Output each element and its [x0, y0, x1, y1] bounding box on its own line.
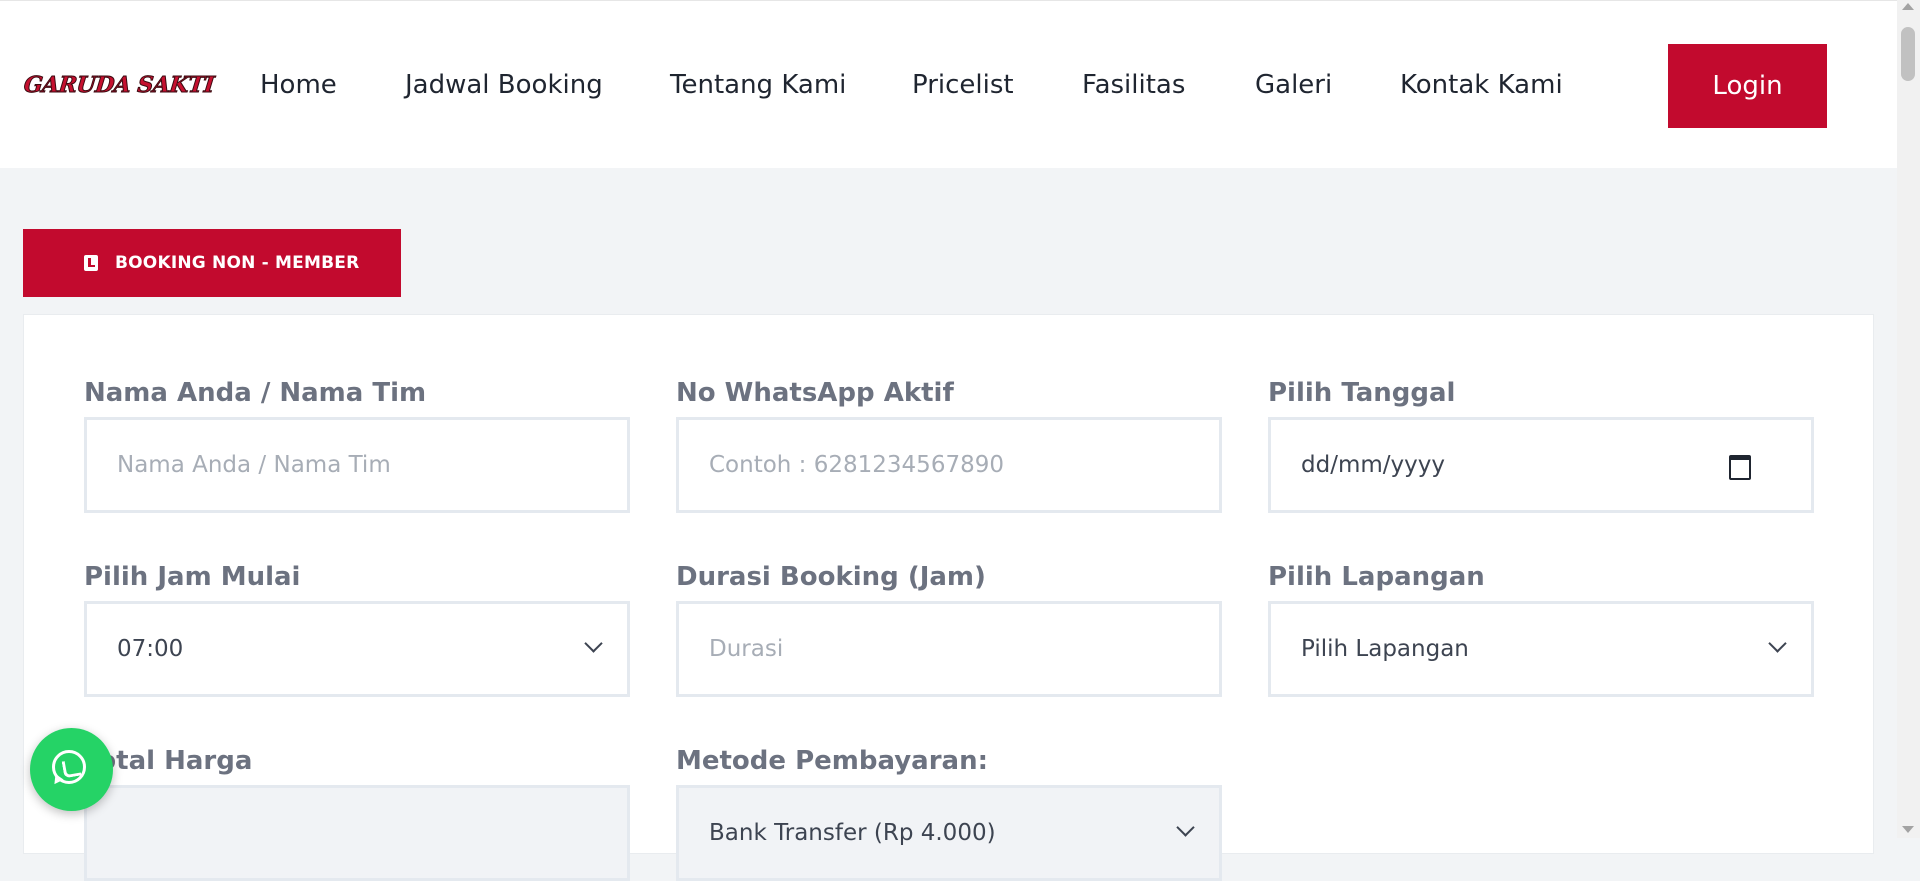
tab-booking-non-member[interactable]: BOOKING NON - MEMBER [23, 229, 401, 297]
jam-mulai-value: 07:00 [117, 636, 184, 662]
scroll-down-arrow-icon[interactable] [1902, 826, 1914, 833]
login-button[interactable]: Login [1668, 44, 1827, 128]
brand-logo[interactable]: GARUDA SAKTI [22, 69, 216, 101]
booking-form-card: Nama Anda / Nama Tim No WhatsApp Aktif P… [23, 314, 1874, 881]
tanggal-label: Pilih Tanggal [1268, 378, 1456, 408]
metode-label: Metode Pembayaran: [676, 746, 988, 776]
chevron-down-icon [1176, 818, 1195, 837]
total-harga-field [84, 785, 630, 881]
metode-value: Bank Transfer (Rp 4.000) [709, 820, 996, 846]
whatsapp-input[interactable] [676, 417, 1222, 513]
calendar-icon[interactable] [1729, 455, 1751, 480]
tanggal-display: dd/mm/yyyy [1301, 452, 1445, 478]
tanggal-input[interactable]: dd/mm/yyyy [1268, 417, 1814, 513]
navbar: GARUDA SAKTI Home Jadwal Booking Tentang… [0, 0, 1897, 168]
durasi-input[interactable] [676, 601, 1222, 697]
whatsapp-label: No WhatsApp Aktif [676, 378, 954, 408]
lapangan-value: Pilih Lapangan [1301, 636, 1469, 662]
book-icon [84, 255, 98, 271]
nama-label: Nama Anda / Nama Tim [84, 378, 427, 408]
page-scrollbar[interactable] [1897, 0, 1920, 838]
tab-booking-label: BOOKING NON - MEMBER [115, 253, 360, 273]
chevron-down-icon [1768, 634, 1787, 653]
nav-tentang-kami[interactable]: Tentang Kami [670, 65, 846, 105]
phone-icon [61, 758, 82, 779]
nama-input[interactable] [84, 417, 630, 513]
jam-mulai-select[interactable]: 07:00 [84, 601, 630, 697]
jam-mulai-label: Pilih Jam Mulai [84, 562, 301, 592]
nav-fasilitas[interactable]: Fasilitas [1082, 65, 1185, 105]
nav-galeri[interactable]: Galeri [1255, 65, 1332, 105]
scroll-up-arrow-icon[interactable] [1902, 3, 1914, 10]
nav-kontak-kami[interactable]: Kontak Kami [1400, 65, 1563, 105]
whatsapp-float-button[interactable] [30, 728, 113, 811]
nav-jadwal-booking[interactable]: Jadwal Booking [405, 65, 603, 105]
lapangan-label: Pilih Lapangan [1268, 562, 1485, 592]
nav-home[interactable]: Home [260, 65, 337, 105]
durasi-label: Durasi Booking (Jam) [676, 562, 986, 592]
scrollbar-thumb[interactable] [1901, 27, 1915, 81]
metode-select[interactable]: Bank Transfer (Rp 4.000) [676, 785, 1222, 881]
lapangan-select[interactable]: Pilih Lapangan [1268, 601, 1814, 697]
chevron-down-icon [584, 634, 603, 653]
nav-pricelist[interactable]: Pricelist [912, 65, 1014, 105]
